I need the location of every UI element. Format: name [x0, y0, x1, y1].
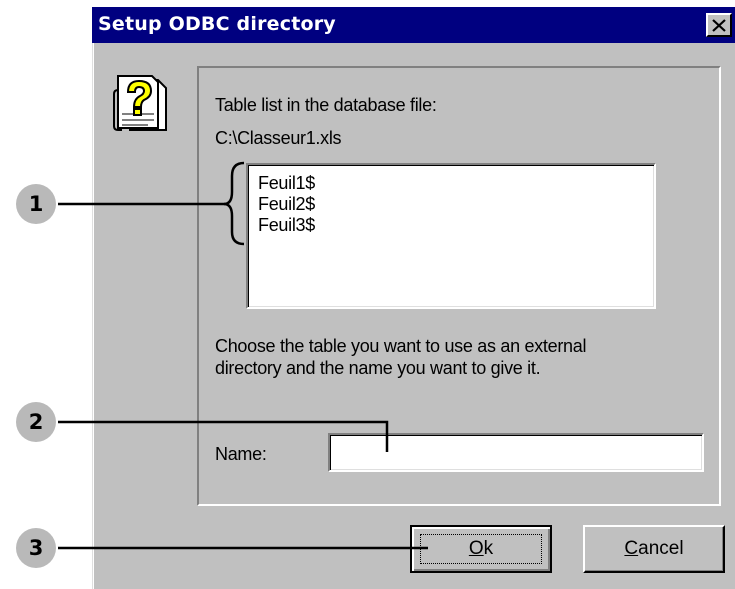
ok-button-label: Ok	[469, 538, 493, 560]
title-bar[interactable]: Setup ODBC directory	[92, 7, 735, 43]
list-item[interactable]: Feuil2$	[258, 194, 315, 215]
name-label: Name:	[215, 444, 267, 464]
file-path-label: C:\Classeur1.xls	[215, 128, 342, 148]
callout-badge-2: 2	[16, 402, 56, 442]
ok-label-rest: k	[483, 538, 494, 559]
callout-badge-1: 1	[16, 184, 56, 224]
table-list-label: Table list in the database file:	[215, 95, 437, 115]
help-question-icon	[113, 75, 167, 131]
close-button[interactable]	[706, 13, 732, 37]
list-item[interactable]: Feuil1$	[258, 173, 315, 194]
cancel-mnemonic: C	[624, 538, 639, 559]
table-listbox[interactable]: Feuil1$ Feuil2$ Feuil3$	[246, 163, 656, 309]
cancel-label-rest: ancel	[638, 538, 684, 559]
cancel-button-label: Cancel	[624, 538, 683, 560]
cancel-button[interactable]: Cancel	[583, 525, 725, 573]
instruction-text-line1: Choose the table you want to use as an e…	[215, 336, 587, 356]
ok-mnemonic: O	[468, 538, 484, 559]
callout-badge-3: 3	[16, 528, 56, 568]
ok-button[interactable]: Ok	[410, 525, 552, 573]
window-title: Setup ODBC directory	[98, 13, 336, 35]
name-input[interactable]	[328, 433, 704, 472]
close-icon	[712, 18, 726, 32]
instruction-text-line2: directory and the name you want to give …	[215, 358, 541, 378]
list-item[interactable]: Feuil3$	[258, 215, 315, 236]
